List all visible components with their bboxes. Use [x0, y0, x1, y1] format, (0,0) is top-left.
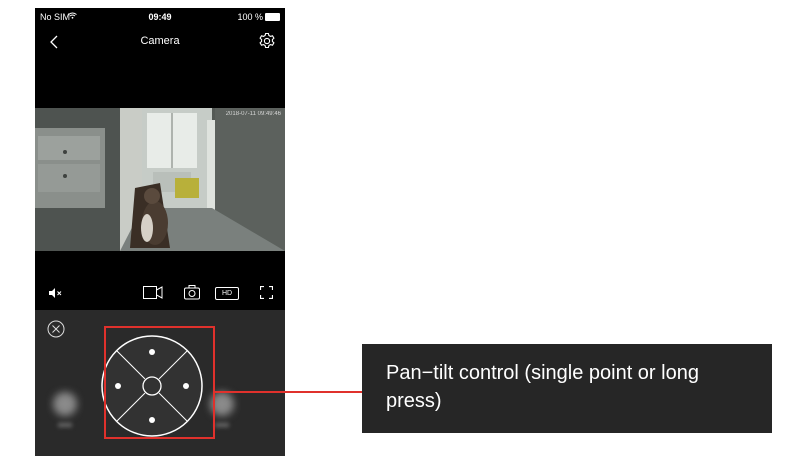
- fullscreen-icon[interactable]: [260, 286, 273, 299]
- camera-video-feed[interactable]: 2018-07-11 09:49:46: [35, 108, 285, 251]
- camera-icon[interactable]: [184, 285, 200, 300]
- status-bar: No SIM 09:49 100 %: [35, 8, 285, 26]
- page: No SIM 09:49 100 % Camera 2018-07-11 09:…: [0, 0, 804, 465]
- video-camera-icon[interactable]: [143, 286, 163, 299]
- speaker-muted-icon[interactable]: [49, 288, 63, 298]
- battery-icon: [265, 13, 280, 21]
- camera-scene: [35, 108, 285, 251]
- page-title: Camera: [140, 35, 180, 47]
- close-circle-icon[interactable]: [47, 320, 65, 338]
- callout-connector-line: [215, 391, 362, 393]
- ptz-callout: Pan−tilt control (single point or long p…: [362, 344, 772, 433]
- blurred-left-button[interactable]: [53, 392, 77, 416]
- ptz-highlight-box: [104, 326, 215, 439]
- video-toolbar: HD: [35, 278, 285, 308]
- nav-bar: Camera: [35, 26, 285, 56]
- battery-percent: 100 %: [237, 12, 263, 22]
- gear-icon[interactable]: [257, 31, 277, 51]
- callout-text: Pan−tilt control (single point or long p…: [386, 362, 699, 412]
- hd-quality-button[interactable]: HD: [215, 287, 239, 300]
- video-timestamp: 2018-07-11 09:49:46: [225, 111, 281, 117]
- blurred-left-label: [58, 423, 72, 427]
- blurred-right-label: [215, 423, 229, 427]
